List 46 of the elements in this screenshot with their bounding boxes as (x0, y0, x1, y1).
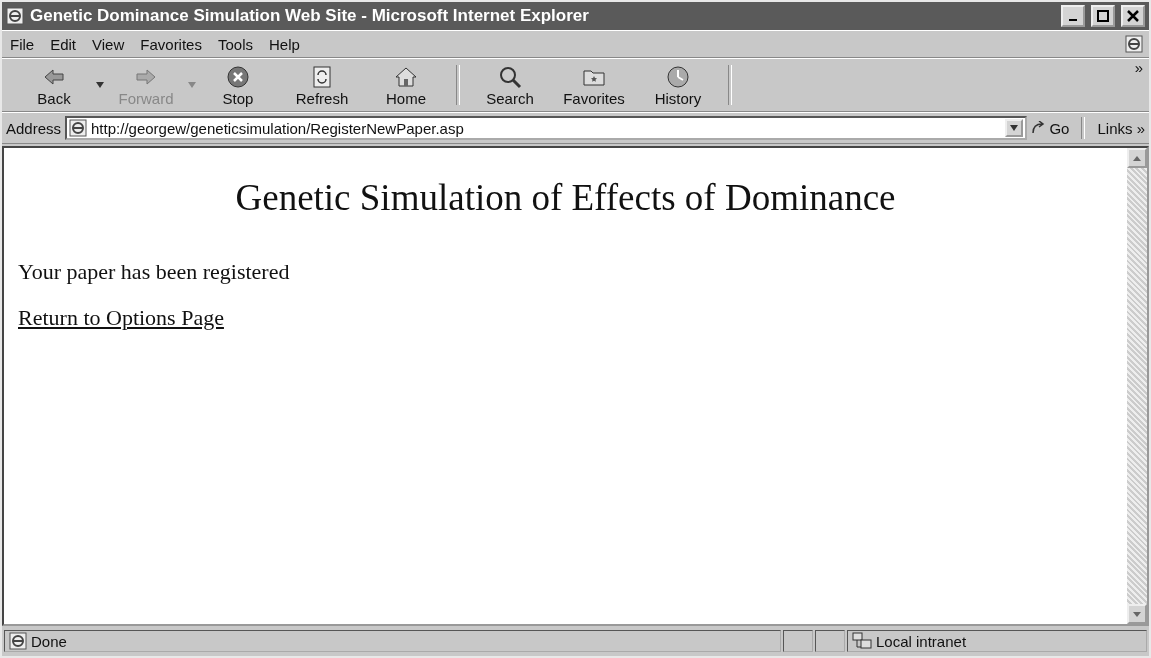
toolbar-button[interactable]: Back (12, 59, 96, 111)
minimize-icon (1069, 19, 1077, 21)
maximize-icon (1097, 10, 1109, 22)
toolbar-button[interactable]: History (636, 59, 720, 111)
maximize-button[interactable] (1091, 5, 1115, 27)
caret-icon (1010, 125, 1019, 131)
menu-item[interactable]: View (84, 32, 133, 56)
status-pane (815, 630, 845, 652)
confirmation-message: Your paper has been registered (18, 259, 291, 285)
menu-item[interactable]: Tools (209, 32, 261, 56)
options-page-link[interactable]: Return to Options Page (18, 305, 224, 330)
scroll-up-icon[interactable] (1127, 148, 1147, 168)
scroll-down-icon[interactable] (1127, 604, 1147, 624)
page-heading: Genetic Simulation of Effects of Dominance (234, 176, 897, 219)
toolbar-button[interactable]: Home (364, 59, 448, 111)
menu-item[interactable]: Favorites (132, 32, 210, 56)
page-icon (69, 119, 88, 137)
menu-item[interactable]: File (2, 32, 43, 56)
close-button[interactable] (1121, 5, 1145, 27)
stop-icon (225, 63, 251, 90)
more-chevron[interactable]: » (1134, 59, 1143, 76)
minimize-button[interactable] (1061, 5, 1085, 27)
window-title: Genetic Dominance Simulation Web Site - Microsoft Internet Explorer (30, 6, 590, 26)
page-icon (9, 632, 27, 650)
toolbar-button[interactable]: Refresh (280, 59, 364, 111)
dropdown-caret-icon[interactable] (96, 82, 104, 88)
address-field[interactable]: http://georgew/geneticsimulation/RegisterNewPaper.asp (65, 116, 1028, 140)
vertical-scrollbar[interactable] (1127, 148, 1147, 624)
toolbar-button[interactable]: Stop (196, 59, 280, 111)
go-button[interactable]: Go (1049, 119, 1070, 137)
go-arrow-icon (1031, 121, 1046, 135)
links-button[interactable]: Links » (1097, 119, 1145, 137)
browser-icon (6, 7, 24, 25)
clock-icon (665, 63, 691, 90)
zone-text: Local intranet (876, 632, 967, 650)
toolbar-button[interactable]: Favorites (552, 59, 636, 111)
address-label: Address (6, 119, 62, 137)
dropdown-button[interactable] (1005, 119, 1024, 137)
menu-item[interactable]: Help (261, 32, 308, 56)
menu-item[interactable]: Edit (42, 32, 85, 56)
toolbar-button[interactable]: Search (468, 59, 552, 111)
status-text: Done (31, 632, 67, 650)
url-text: http://georgew/geneticsimulation/RegisterNewPaper.asp (91, 119, 465, 137)
close-icon (1127, 10, 1139, 22)
network-icon (852, 632, 872, 650)
status-pane (783, 630, 813, 652)
